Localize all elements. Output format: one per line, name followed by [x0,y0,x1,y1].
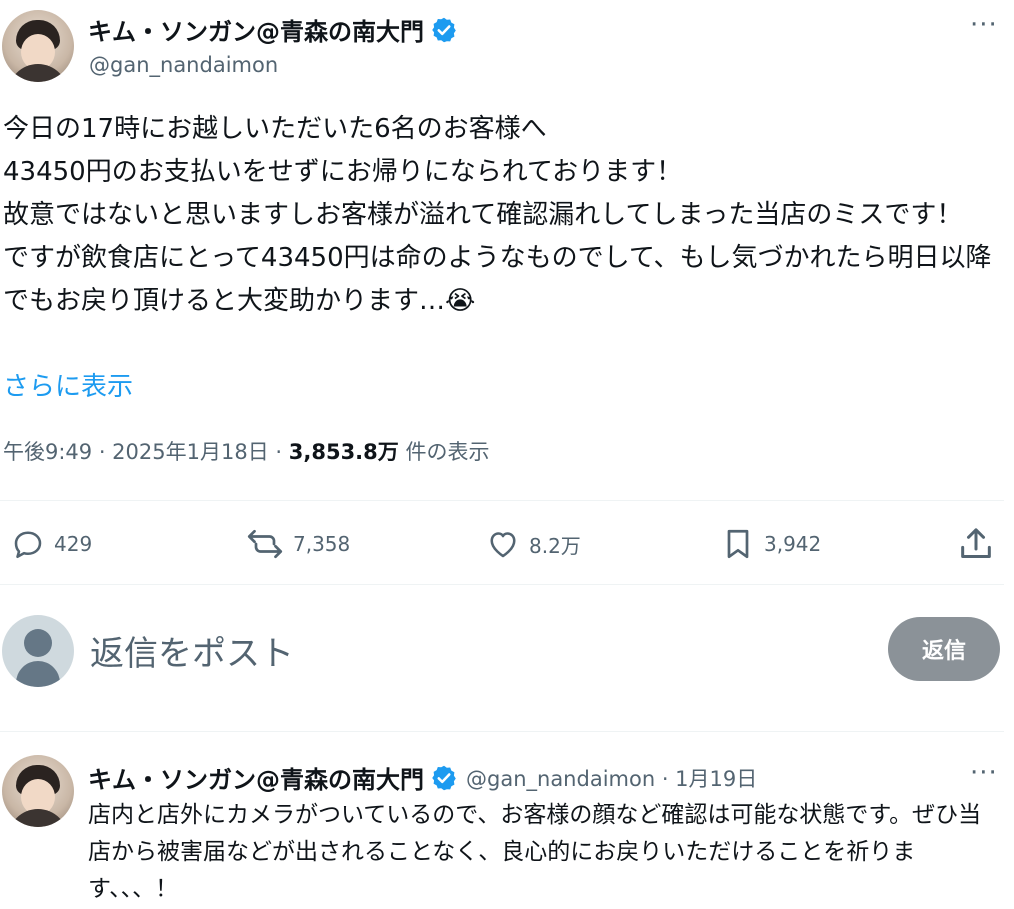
reply-author-avatar[interactable] [2,755,74,827]
tweet-line: 今日の17時にお越しいただいた6名のお客様へ [3,114,547,144]
reply-more-options-icon[interactable]: ··· [970,758,998,788]
current-user-avatar [2,615,74,687]
bookmark-action[interactable]: 3,942 [720,526,821,562]
share-icon [961,528,991,558]
like-count: 8.2万 [529,533,581,558]
verified-badge-icon [432,17,456,42]
reply-button[interactable]: 返信 [888,617,1000,681]
reply-author-name[interactable]: キム・ソンガン@青森の南大門 [88,760,424,795]
bookmark-icon [727,529,749,559]
bookmark-count: 3,942 [764,532,822,556]
tweet-text: 今日の17時にお越しいただいた6名のお客様へ 43450円のお支払いをせずにお帰… [3,108,1003,323]
repost-icon [247,529,283,559]
tweet-line: 43450円のお支払いをせずにお帰りになられております！ [3,157,683,187]
verified-badge-icon [432,765,456,790]
like-action[interactable]: 8.2万 [485,526,581,562]
reply-header: キム・ソンガン@青森の南大門 @gan_nandaimon · 1月19日 [88,760,757,795]
tweet-timestamp[interactable]: 午後9:49 · 2025年1月18日 · [3,440,289,464]
divider [0,584,1004,585]
reply-text: 店内と店外にカメラがついているので、お客様の顔など確認は可能な状態です。ぜひ当店… [88,802,982,902]
views-count: 3,853.8万 [288,440,399,464]
author-name[interactable]: キム・ソンガン@青森の南大門 [88,12,458,47]
author-name-text[interactable]: キム・ソンガン@青森の南大門 [88,12,424,47]
reply-action[interactable]: 429 [10,526,92,562]
author-handle[interactable]: @gan_nandaimon [89,53,278,77]
repost-action[interactable]: 7,358 [245,526,350,562]
divider [0,500,1004,501]
divider [0,731,1004,732]
show-more-link[interactable]: さらに表示 [3,366,133,403]
reply-count: 429 [54,532,93,556]
reply-input[interactable]: 返信をポスト [90,626,294,675]
views-label: 件の表示 [398,440,490,464]
share-action[interactable] [956,524,1004,564]
tweet-line: 故意ではないと思いますしお客様が溢れて確認漏れしてしまった当店のミスです！ [3,200,963,230]
reply-icon [14,531,42,559]
repost-count: 7,358 [293,532,351,556]
heart-icon [490,532,516,558]
author-avatar[interactable] [2,10,74,82]
tweet-meta: 午後9:49 · 2025年1月18日 · 3,853.8万 件の表示 [3,436,489,466]
more-options-icon[interactable]: ··· [970,10,998,40]
tweet-line: ですが飲食店にとって43450円は命のようなものでして、もし気づかれたら明日以降… [3,243,992,316]
reply-handle-date[interactable]: @gan_nandaimon · 1月19日 [466,763,757,793]
